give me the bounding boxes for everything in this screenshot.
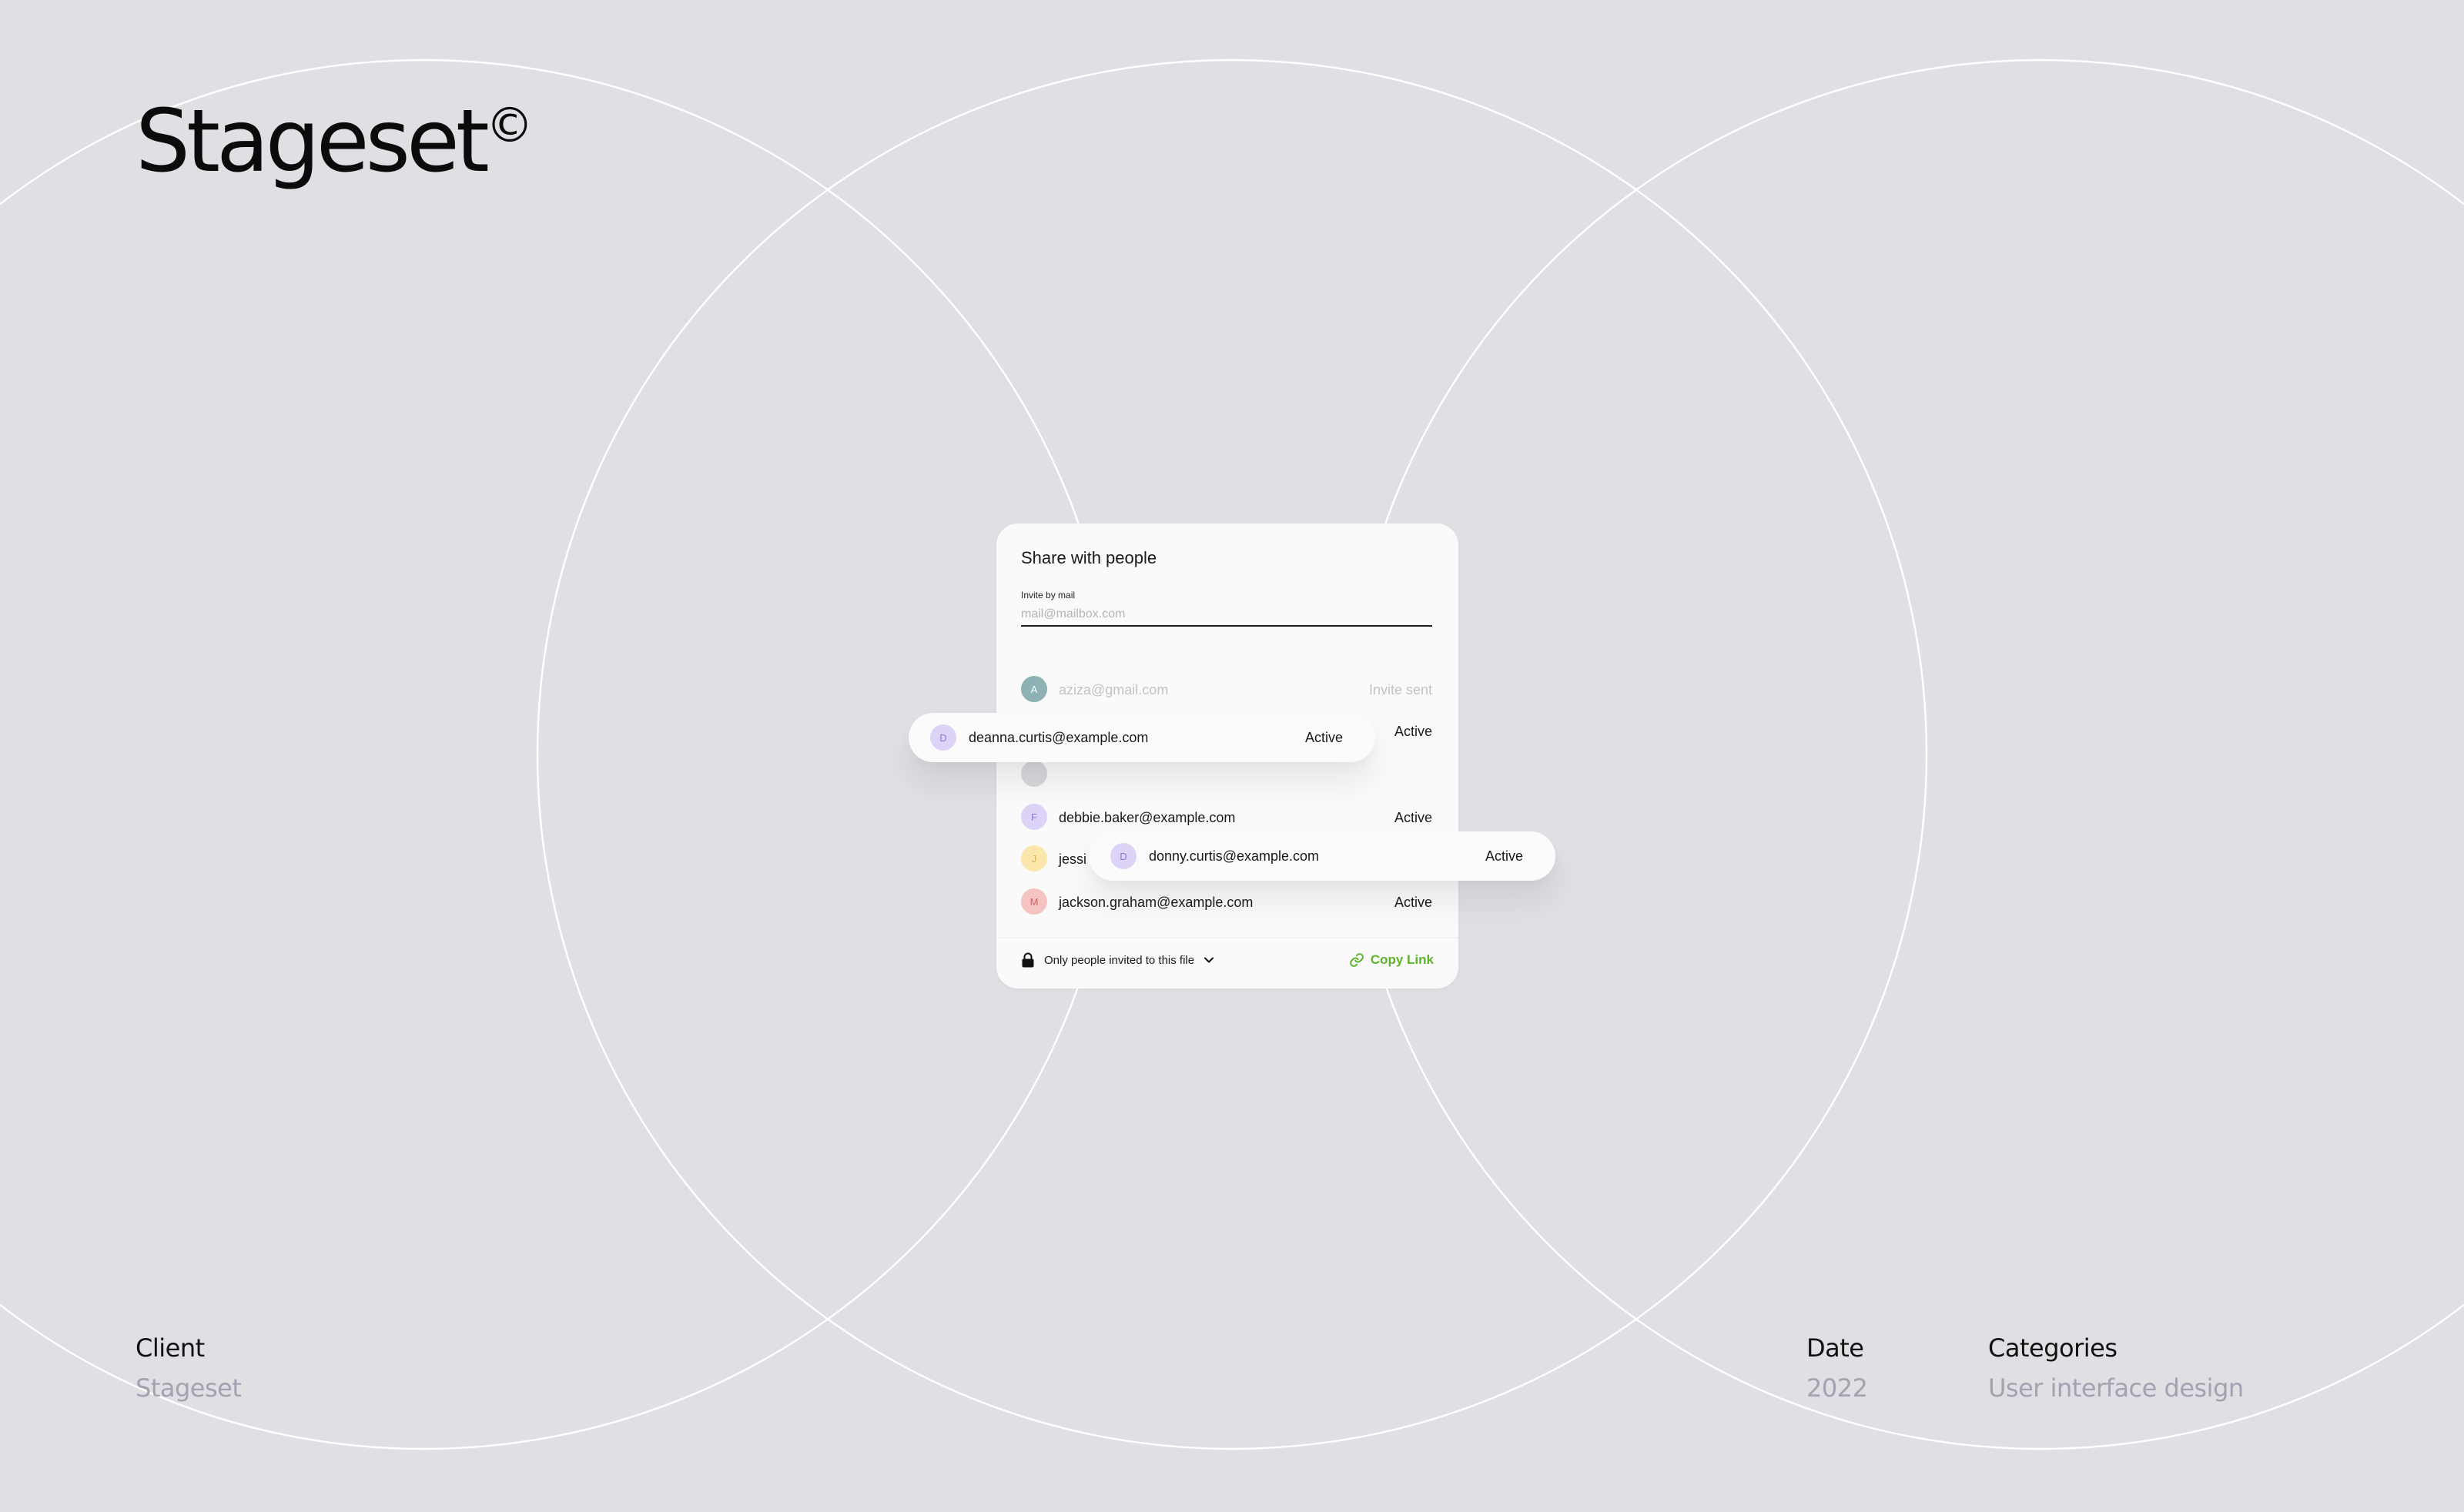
member-email: debbie.baker@example.com	[1059, 810, 1236, 825]
dragged-member-row[interactable]: D donny.curtis@example.com Active	[1089, 831, 1555, 881]
categories-label: Categories	[1988, 1333, 2118, 1363]
client-label: Client	[136, 1333, 205, 1363]
copyright-mark: ©	[485, 97, 534, 153]
lock-icon	[1022, 952, 1034, 968]
avatar: D	[930, 724, 956, 751]
dialog-title: Share with people	[1021, 548, 1157, 567]
member-status: Active	[1304, 730, 1343, 745]
member-email: deanna.curtis@example.com	[969, 730, 1149, 745]
copy-link-label: Copy Link	[1370, 952, 1434, 967]
member-email: jackson.graham@example.com	[1059, 895, 1254, 910]
invite-email-input[interactable]	[1021, 604, 1432, 627]
link-icon	[1349, 953, 1364, 967]
avatar: F	[1021, 804, 1047, 830]
access-dropdown[interactable]: Only people invited to this file	[1021, 948, 1214, 972]
meta-client: Client Stageset	[136, 1333, 242, 1403]
copy-link-button[interactable]: Copy Link	[1349, 948, 1434, 972]
bg-circle-right	[1345, 59, 2464, 1450]
member-status: Active	[1394, 895, 1432, 910]
avatar: M	[1021, 888, 1047, 915]
meta-date: Date 2022	[1806, 1333, 1868, 1403]
member-row[interactable]: M jackson.graham@example.com Active	[1021, 887, 1432, 915]
date-value: 2022	[1806, 1373, 1868, 1403]
date-label: Date	[1806, 1333, 1864, 1363]
avatar: J	[1021, 845, 1047, 871]
member-email: aziza@gmail.com	[1059, 682, 1169, 697]
avatar: D	[1110, 843, 1137, 869]
member-email: donny.curtis@example.com	[1149, 848, 1320, 864]
brand-logo: Stageset©	[136, 99, 534, 185]
categories-value: User interface design	[1988, 1373, 2244, 1403]
meta-categories: Categories User interface design	[1988, 1333, 2244, 1403]
client-value: Stageset	[136, 1373, 242, 1403]
chevron-down-icon	[1204, 957, 1214, 963]
member-email: jessi	[1059, 851, 1087, 867]
brand-name: Stageset	[136, 92, 490, 192]
member-status: Invite sent	[1368, 682, 1432, 697]
member-status: Active	[1394, 810, 1432, 825]
member-status: Active	[1394, 724, 1432, 739]
avatar	[1021, 761, 1047, 787]
member-row[interactable]: A aziza@gmail.com Invite sent	[1021, 674, 1432, 702]
member-row[interactable]: F debbie.baker@example.com Active	[1021, 802, 1432, 830]
dragged-member-row[interactable]: D deanna.curtis@example.com Active	[909, 713, 1375, 762]
avatar: A	[1021, 676, 1047, 702]
member-status: Active	[1485, 848, 1523, 864]
access-text: Only people invited to this file	[1044, 953, 1195, 967]
member-row[interactable]	[1021, 759, 1432, 787]
invite-label: Invite by mail	[1021, 590, 1076, 600]
